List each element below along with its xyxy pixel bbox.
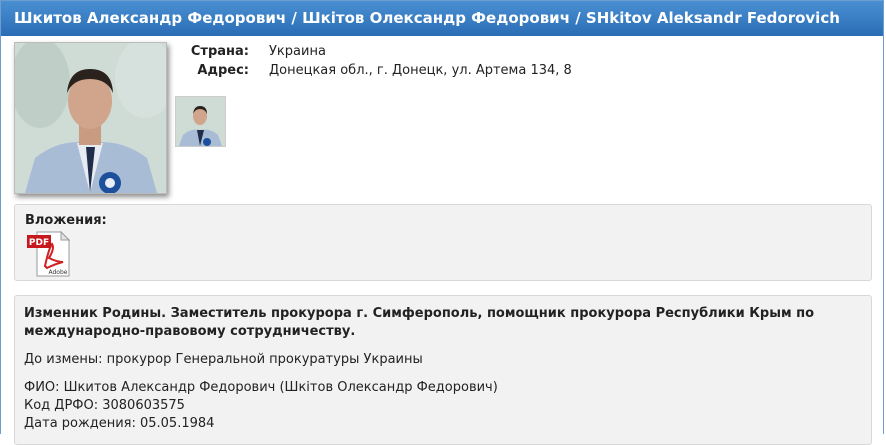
person-info: Страна: Украина Адрес: Донецкая обл., г. Д… (181, 42, 572, 80)
country-label: Страна: (190, 44, 249, 59)
address-label: Адрес: (197, 63, 249, 78)
card-header: Шкитов Александр Федорович / Шкітов Олек… (1, 1, 883, 36)
address-value: Донецкая обл., г. Донецк, ул. Артема 134… (269, 63, 572, 78)
photo-thumbnail-image (176, 97, 225, 146)
pdf-file-icon[interactable]: PDF Adobe (25, 230, 71, 278)
description-title: Изменник Родины. Заместитель прокурора г… (24, 306, 815, 339)
attachments-panel: Вложения: PDF Adobe (14, 204, 872, 281)
person-card: Шкитов Александр Федорович / Шкітов Олек… (0, 0, 884, 445)
person-photo-image (15, 43, 166, 193)
address-row: Адрес: Донецкая обл., г. Донецк, ул. Арте… (181, 61, 572, 80)
pdf-document-icon: PDF Adobe (27, 230, 71, 277)
fio-text: ФИО: Шкитов Александр Федорович (Шкітов … (24, 380, 498, 395)
country-value: Украина (269, 44, 326, 59)
description-panel: Изменник Родины. Заместитель прокурора г… (14, 295, 872, 445)
birth-date-text: Дата рождения: 05.05.1984 (24, 416, 215, 431)
photo-thumbnail[interactable] (175, 96, 226, 147)
person-name-title: Шкитов Александр Федорович / Шкітов Олек… (14, 9, 840, 27)
before-change-text: До измены: прокурор Генеральной прокурат… (24, 352, 423, 367)
adobe-label: Adobe (49, 269, 68, 276)
drfo-text: Код ДРФО: 3080603575 (24, 398, 185, 413)
country-row: Страна: Украина (181, 42, 572, 61)
person-photo[interactable] (14, 42, 167, 194)
attachments-title: Вложения: (25, 213, 107, 228)
pdf-label: PDF (29, 238, 49, 248)
